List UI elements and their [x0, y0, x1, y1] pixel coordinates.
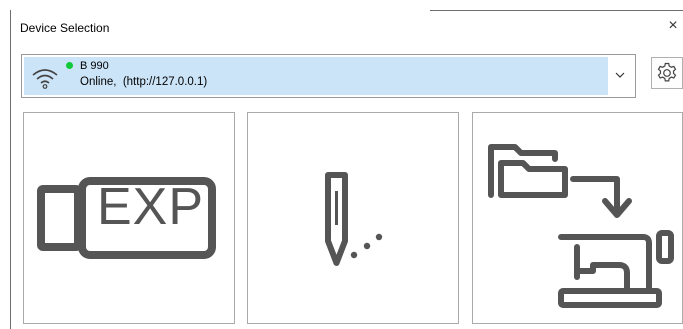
settings-button[interactable]: [651, 57, 683, 89]
device-dropdown[interactable]: B 990 Online, (http://127.0.0.1): [21, 54, 636, 98]
gear-icon: [657, 62, 677, 82]
import-to-machine-tile[interactable]: [472, 112, 683, 324]
online-status-dot: [66, 62, 73, 69]
folder-to-sewing-machine-icon: [488, 144, 674, 308]
window-edge: [10, 10, 11, 329]
needle-tile[interactable]: [247, 112, 459, 324]
device-status: Online, (http://127.0.0.1): [80, 76, 208, 88]
exp-label: EXP: [97, 178, 205, 236]
window-title: Device Selection: [20, 21, 110, 35]
chevron-down-icon[interactable]: [614, 69, 626, 81]
selected-device[interactable]: B 990 Online, (http://127.0.0.1): [24, 57, 608, 95]
device-name: B 990: [80, 60, 109, 72]
needle-stitch-icon: [325, 172, 383, 266]
close-button[interactable]: ×: [664, 16, 682, 36]
wifi-icon: [32, 69, 58, 89]
window-border: [430, 10, 683, 11]
